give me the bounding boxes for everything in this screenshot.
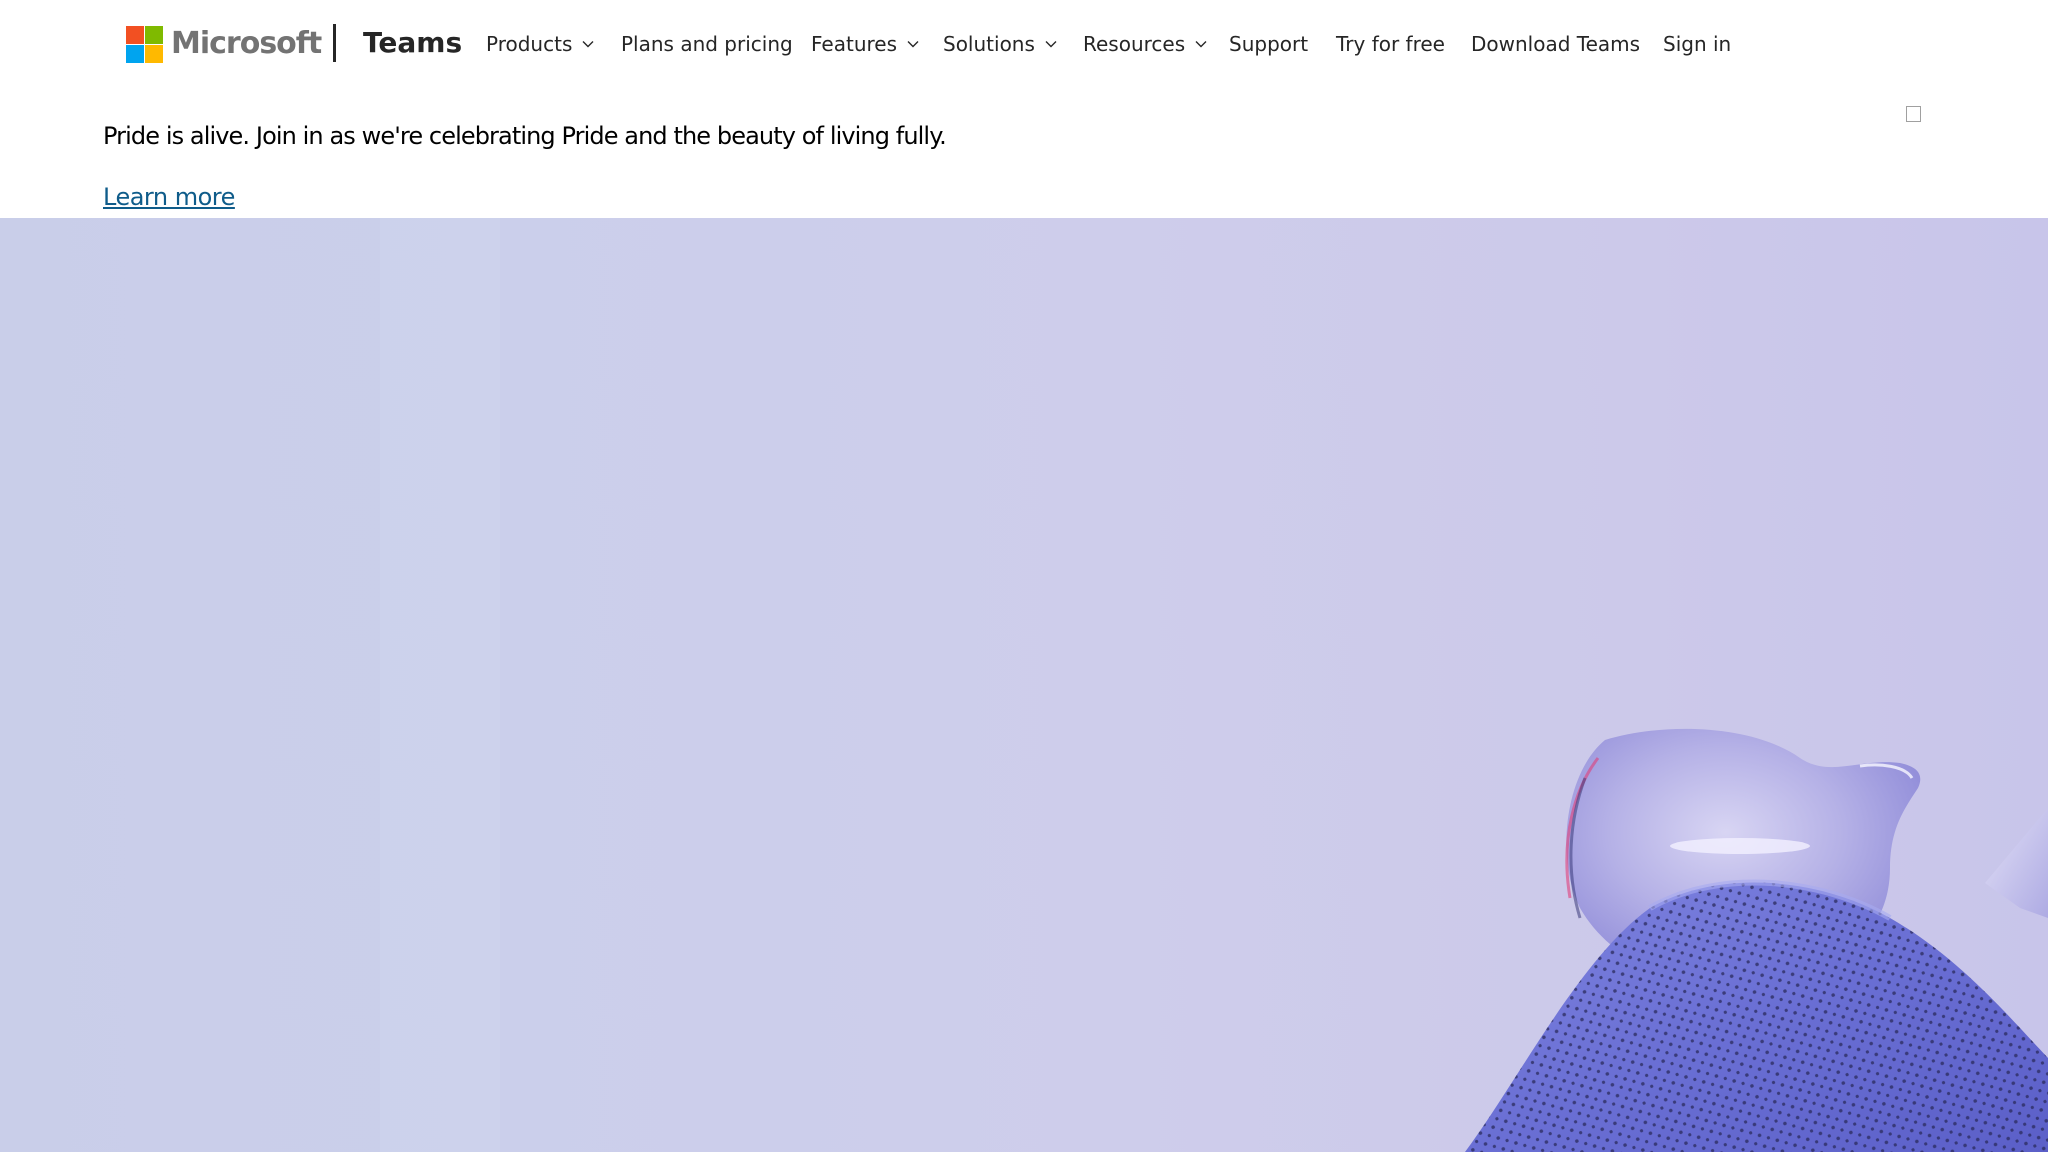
- banner-close-icon[interactable]: [1906, 106, 1921, 122]
- banner-message: Pride is alive. Join in as we're celebra…: [103, 122, 947, 150]
- logo-square-yellow: [145, 44, 163, 63]
- logo-square-red: [126, 25, 144, 44]
- nav-products-label: Products: [486, 32, 573, 56]
- nav-sign-in[interactable]: Sign in: [1663, 24, 1731, 64]
- nav-support-label: Support: [1229, 32, 1309, 56]
- light-band: [380, 218, 500, 1152]
- nav-features-label: Features: [811, 32, 897, 56]
- product-name-teams[interactable]: Teams: [363, 22, 462, 64]
- brand-divider: [333, 24, 336, 62]
- glass-shard: [1985, 808, 2048, 918]
- nav-try-for-free-label: Try for free: [1336, 32, 1445, 56]
- nav-plans-and-pricing[interactable]: Plans and pricing: [621, 24, 793, 64]
- microsoft-logo[interactable]: Microsoft: [126, 24, 322, 64]
- chevron-down-icon: [1045, 40, 1057, 48]
- nav-download-teams[interactable]: Download Teams: [1471, 24, 1640, 64]
- nav-products[interactable]: Products: [486, 24, 594, 64]
- nav-solutions-label: Solutions: [943, 32, 1035, 56]
- nav-resources[interactable]: Resources: [1083, 24, 1207, 64]
- nav-sign-in-label: Sign in: [1663, 32, 1732, 56]
- nav-try-for-free[interactable]: Try for free: [1336, 24, 1445, 64]
- hero-image: [0, 218, 2048, 1152]
- nav-solutions[interactable]: Solutions: [943, 24, 1057, 64]
- nav-plans-label: Plans and pricing: [621, 32, 793, 56]
- pride-banner: Pride is alive. Join in as we're celebra…: [0, 88, 2048, 218]
- chevron-down-icon: [907, 40, 919, 48]
- nav-features[interactable]: Features: [811, 24, 919, 64]
- nav-download-label: Download Teams: [1471, 32, 1641, 56]
- hero-artwork: [380, 218, 2048, 1152]
- learn-more-link[interactable]: Learn more: [103, 180, 235, 214]
- nav-support[interactable]: Support: [1229, 24, 1308, 64]
- dotted-tube: [1465, 879, 2048, 1152]
- microsoft-wordmark: Microsoft: [171, 26, 322, 61]
- chevron-down-icon: [582, 40, 594, 48]
- site-header: Microsoft Teams Products Plans and prici…: [0, 0, 2048, 88]
- microsoft-squares-icon: [126, 25, 163, 63]
- nav-resources-label: Resources: [1083, 32, 1186, 56]
- chevron-down-icon: [1195, 40, 1207, 48]
- logo-square-blue: [126, 44, 144, 63]
- logo-square-green: [145, 25, 163, 44]
